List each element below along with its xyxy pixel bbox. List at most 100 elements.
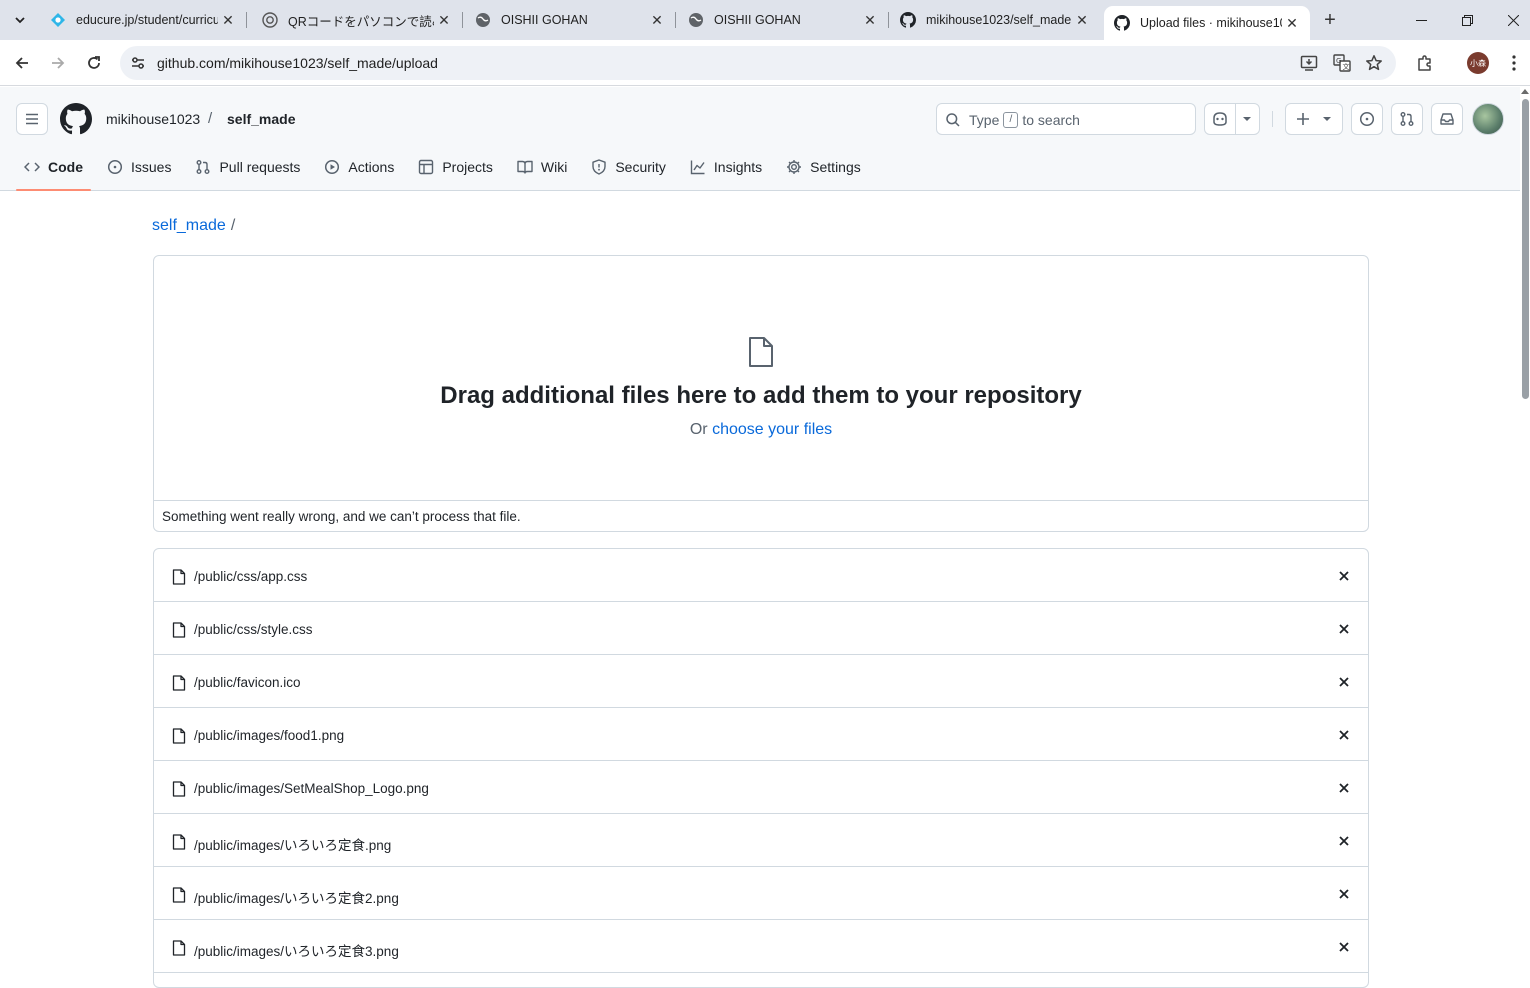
page-scrollbar[interactable]	[1520, 87, 1530, 975]
browser-tab[interactable]: educure.jp/student/curricu ✕	[40, 6, 247, 34]
tab-close-icon[interactable]: ✕	[1282, 13, 1302, 33]
svg-text:文: 文	[1343, 62, 1350, 71]
tab-code[interactable]: Code	[16, 151, 91, 191]
breadcrumb: self_made /	[152, 217, 235, 235]
site-info-icon[interactable]	[126, 51, 150, 75]
file-path: /public/images/food1.png	[194, 728, 345, 743]
repo-path-separator: /	[208, 110, 213, 127]
repo-owner-link[interactable]: mikihouse1023	[106, 111, 200, 127]
search-input[interactable]: Type / to search	[936, 103, 1196, 135]
issue-icon	[107, 159, 123, 175]
address-bar[interactable]: github.com/mikihouse1023/self_made/uploa…	[120, 46, 1396, 80]
extensions-puzzle-icon[interactable]	[1414, 52, 1436, 74]
gear-icon	[786, 159, 802, 175]
browser-tab-active[interactable]: Upload files · mikihouse10 ✕	[1104, 6, 1310, 40]
file-icon	[172, 834, 186, 850]
file-row: /public/images/いろいろ定食3.png	[154, 920, 1368, 973]
browser-tab[interactable]: OISHII GOHAN ✕	[465, 6, 676, 34]
scrollbar-thumb[interactable]	[1522, 99, 1529, 399]
profile-avatar[interactable]: 小森	[1467, 52, 1489, 74]
file-row: /public/images/いろいろ定食.png	[154, 814, 1368, 867]
chevron-down-icon	[1322, 114, 1332, 124]
file-row: /public/css/app.css	[154, 549, 1368, 602]
repo-name-link[interactable]: self_made	[227, 111, 295, 127]
tab-close-icon[interactable]: ✕	[434, 10, 454, 30]
table-icon	[418, 159, 434, 175]
url-text[interactable]: github.com/mikihouse1023/self_made/uploa…	[157, 55, 438, 71]
remove-file-close-icon[interactable]	[1336, 621, 1352, 637]
issues-button[interactable]	[1351, 103, 1383, 135]
globe-icon	[262, 12, 278, 28]
tab-issues[interactable]: Issues	[99, 151, 179, 183]
file-icon	[172, 569, 186, 585]
restore-icon[interactable]	[1444, 0, 1490, 40]
user-avatar[interactable]	[1472, 103, 1504, 135]
remove-file-close-icon[interactable]	[1336, 674, 1352, 690]
tab-close-icon[interactable]: ✕	[647, 10, 667, 30]
tab-close-icon[interactable]: ✕	[218, 10, 238, 30]
tab-search-chevron-icon[interactable]	[8, 8, 32, 32]
tab-label: Wiki	[540, 159, 568, 175]
browser-tab[interactable]: OISHII GOHAN ✕	[678, 6, 889, 34]
educure-icon	[50, 12, 66, 28]
file-path: /public/images/いろいろ定食.png	[194, 838, 392, 853]
browser-tab[interactable]: QRコードをパソコンで読み取る ✕	[252, 6, 463, 34]
file-icon	[172, 887, 186, 903]
minimize-icon[interactable]	[1398, 0, 1444, 40]
new-tab-plus-icon[interactable]: +	[1318, 8, 1342, 32]
hamburger-menu-icon[interactable]	[16, 103, 48, 135]
profile-label: 小森	[1470, 58, 1486, 68]
tab-projects[interactable]: Projects	[410, 151, 501, 183]
tab-label: Pull requests	[219, 159, 301, 175]
file-icon	[172, 728, 186, 744]
file-dropzone[interactable]: Drag additional files here to add them t…	[153, 255, 1369, 532]
tab-close-icon[interactable]: ✕	[1072, 10, 1092, 30]
remove-file-close-icon[interactable]	[1336, 727, 1352, 743]
file-icon	[748, 336, 774, 368]
tab-actions[interactable]: Actions	[316, 151, 402, 183]
file-path: /public/images/いろいろ定食3.png	[194, 944, 399, 959]
kebab-menu-icon[interactable]	[1503, 52, 1525, 74]
tab-settings[interactable]: Settings	[778, 151, 869, 183]
dropzone-or-text: Or	[689, 421, 708, 438]
header-divider	[1272, 111, 1273, 127]
scroll-up-arrow-icon[interactable]	[1521, 89, 1529, 94]
svg-text:G: G	[1336, 57, 1341, 65]
tab-title: QRコードをパソコンで読み取る	[288, 14, 434, 29]
tab-pull-requests[interactable]: Pull requests	[187, 151, 308, 183]
create-new-button[interactable]	[1285, 103, 1343, 135]
tab-security[interactable]: Security	[583, 151, 674, 183]
remove-file-close-icon[interactable]	[1336, 886, 1352, 902]
bookmark-star-icon[interactable]	[1364, 53, 1384, 73]
reload-icon[interactable]	[80, 49, 108, 77]
translate-icon[interactable]: G文	[1332, 53, 1352, 73]
copilot-button[interactable]	[1204, 103, 1260, 135]
file-row: /public/images/food1.png	[154, 708, 1368, 761]
chevron-down-icon[interactable]	[1242, 114, 1252, 124]
browser-tab[interactable]: mikihouse1023/self_made ✕	[890, 6, 1100, 34]
tab-wiki[interactable]: Wiki	[509, 151, 575, 183]
file-icon	[172, 940, 186, 956]
remove-file-close-icon[interactable]	[1336, 780, 1352, 796]
browser-toolbar: github.com/mikihouse1023/self_made/uploa…	[0, 40, 1530, 86]
choose-files-link[interactable]: choose your files	[712, 421, 832, 438]
breadcrumb-repo-link[interactable]: self_made	[152, 217, 226, 234]
remove-file-close-icon[interactable]	[1336, 833, 1352, 849]
remove-file-close-icon[interactable]	[1336, 568, 1352, 584]
close-window-icon[interactable]	[1490, 0, 1530, 40]
file-row: /public/css/style.css	[154, 602, 1368, 655]
search-icon	[945, 112, 961, 128]
inbox-button[interactable]	[1431, 103, 1463, 135]
tab-insights[interactable]: Insights	[682, 151, 770, 183]
file-path: /public/images/SetMealShop_Logo.png	[194, 781, 429, 796]
back-arrow-icon[interactable]	[8, 49, 36, 77]
dropzone-title: Drag additional files here to add them t…	[440, 382, 1082, 409]
tab-label: Insights	[713, 159, 763, 175]
tab-close-icon[interactable]: ✕	[860, 10, 880, 30]
remove-file-close-icon[interactable]	[1336, 939, 1352, 955]
forward-arrow-icon[interactable]	[44, 49, 72, 77]
file-icon	[172, 622, 186, 638]
pull-requests-button[interactable]	[1391, 103, 1423, 135]
github-logo-icon[interactable]	[60, 103, 92, 135]
install-app-icon[interactable]	[1299, 53, 1319, 73]
